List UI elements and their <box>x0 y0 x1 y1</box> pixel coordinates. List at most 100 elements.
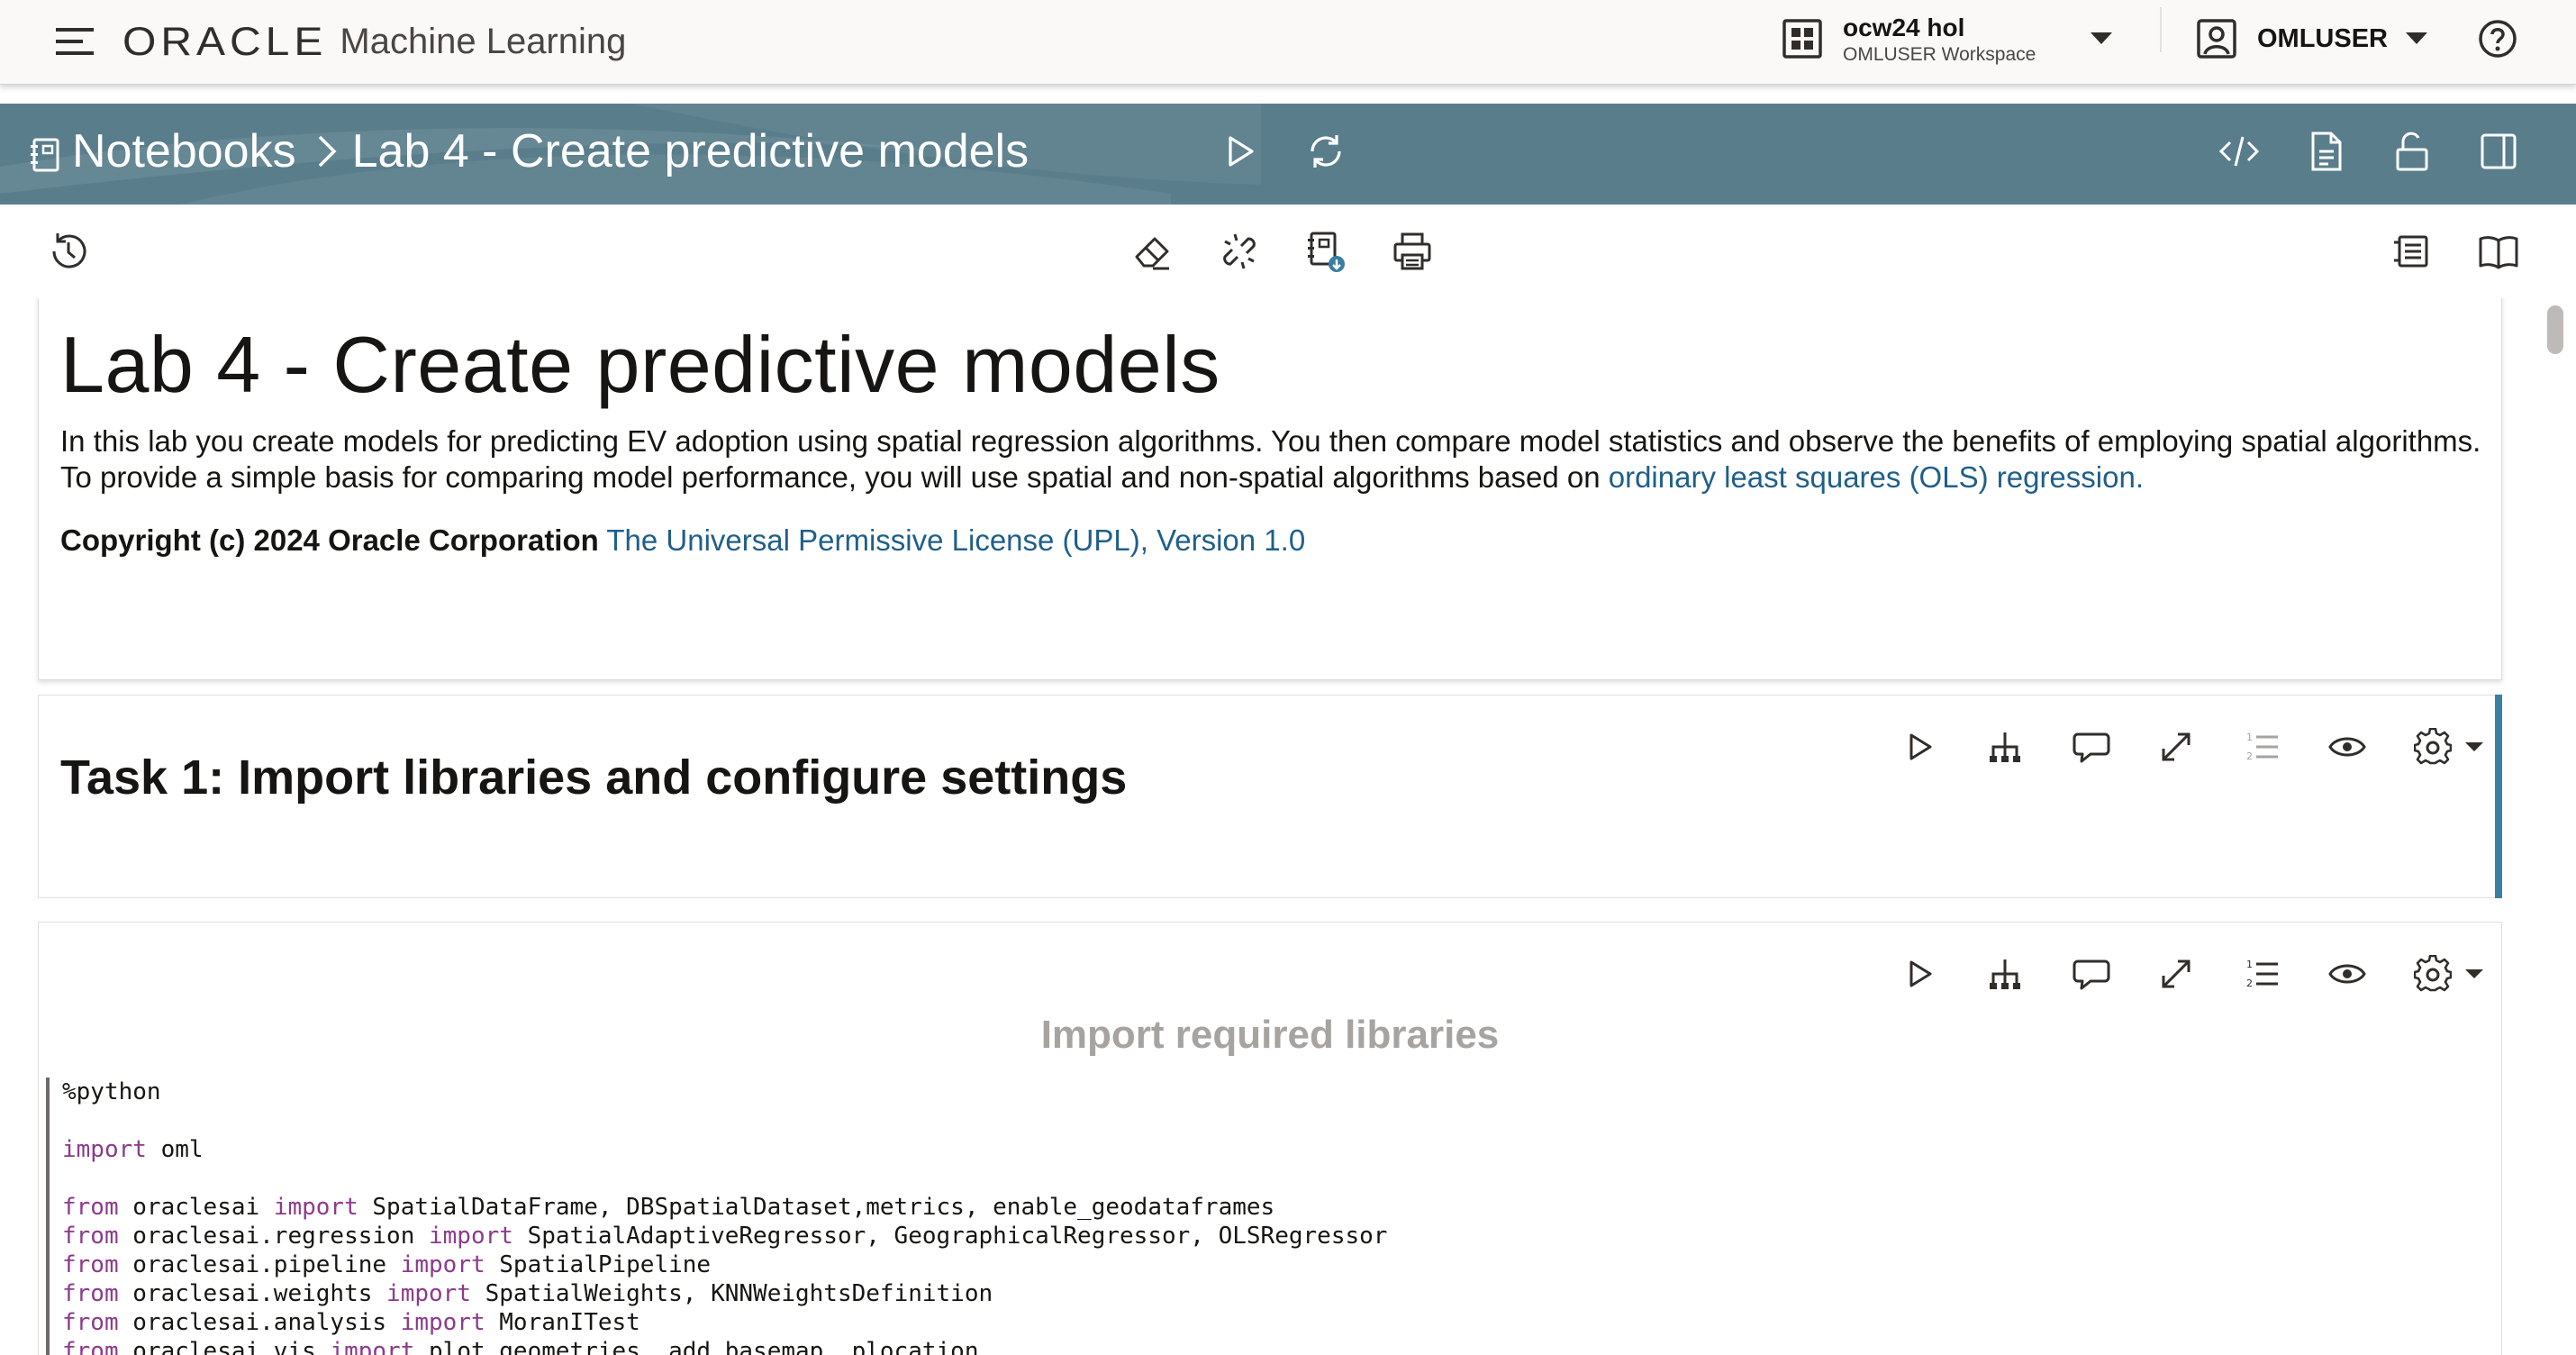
code-keyword: import <box>400 1251 485 1278</box>
paragraph-toolbar: 12 <box>1898 724 2485 769</box>
workspace-name: ocw24 hol <box>1843 14 1965 41</box>
run-icon[interactable] <box>1898 952 1941 996</box>
panel-icon[interactable] <box>2477 130 2520 173</box>
hierarchy-icon[interactable] <box>1983 952 2027 996</box>
hierarchy-icon[interactable] <box>1983 725 2027 768</box>
document-icon[interactable] <box>2304 130 2347 173</box>
paragraph-toolbar: 12 <box>1898 951 2485 996</box>
brand-product: Machine Learning <box>340 21 627 61</box>
expand-icon[interactable] <box>2154 725 2198 768</box>
gear-caret-icon[interactable] <box>2463 967 2485 981</box>
gear-icon[interactable] <box>2411 725 2454 768</box>
code-line: from oraclesai.vis import plot_geometrie… <box>62 1337 979 1355</box>
workspace-subtitle: OMLUSER Workspace <box>1843 44 2036 65</box>
comment-icon[interactable] <box>2069 725 2112 768</box>
svg-text:2: 2 <box>2246 750 2253 762</box>
active-paragraph-indicator <box>2495 695 2502 898</box>
user-caret-icon[interactable] <box>2403 29 2430 47</box>
user-menu[interactable]: OMLUSER <box>2257 22 2388 56</box>
code-text: SpatialDataFrame, DBSpatialDataset,metri… <box>358 1194 1275 1221</box>
code-keyword: import <box>429 1223 513 1250</box>
code-line: from oraclesai.analysis import MoranITes… <box>62 1308 640 1337</box>
refresh-icon[interactable] <box>1304 130 1347 173</box>
header-divider <box>2160 7 2162 52</box>
paragraph-code-imports[interactable]: 12 Import required libraries %python imp… <box>38 922 2502 1355</box>
history-icon[interactable] <box>47 230 90 273</box>
eye-icon[interactable] <box>2326 952 2369 996</box>
eye-icon[interactable] <box>2326 725 2369 768</box>
code-keyword: from <box>62 1338 119 1355</box>
comment-icon[interactable] <box>2069 952 2112 996</box>
code-text: oraclesai.regression <box>118 1223 429 1250</box>
user-icon[interactable] <box>2196 18 2237 59</box>
book-icon[interactable] <box>2477 230 2520 273</box>
gear-icon[interactable] <box>2411 952 2454 996</box>
code-keyword: from <box>62 1280 119 1307</box>
line-numbers-icon[interactable]: 12 <box>2240 952 2283 996</box>
workspace-selector[interactable]: ocw24 hol OMLUSER Workspace <box>1843 13 2036 67</box>
code-text: SpatialAdaptiveRegressor, GeographicalRe… <box>512 1223 1388 1250</box>
code-text: MoranITest <box>485 1309 640 1336</box>
code-keyword: import <box>62 1136 147 1163</box>
code-text: oraclesai <box>118 1194 274 1221</box>
code-keyword: import <box>273 1194 358 1221</box>
breadcrumb-notebooks-link[interactable]: Notebooks <box>72 124 296 178</box>
svg-text:1: 1 <box>2246 959 2253 970</box>
export-notebook-icon[interactable] <box>1304 230 1347 273</box>
line-numbers-icon[interactable]: 12 <box>2240 725 2283 768</box>
notebook-toolbar <box>0 205 2576 298</box>
unlink-icon[interactable] <box>1218 230 1261 273</box>
notebook-heading: Lab 4 - Create predictive models <box>60 320 1220 409</box>
chevron-right-icon <box>318 135 337 168</box>
print-icon[interactable] <box>1391 230 1434 273</box>
task1-heading: Task 1: Import libraries and configure s… <box>60 750 1128 805</box>
app-header: ORACLE Machine Learning ocw24 hol OMLUSE… <box>0 0 2576 85</box>
code-line: from oraclesai.weights import SpatialWei… <box>62 1279 993 1308</box>
notebook-body: Lab 4 - Create predictive models In this… <box>0 298 2576 1355</box>
hamburger-menu-icon[interactable] <box>52 25 97 58</box>
list-icon[interactable] <box>2390 230 2434 273</box>
workspace-grid-icon[interactable] <box>1782 18 1823 59</box>
vertical-scrollbar[interactable] <box>2545 298 2567 1355</box>
code-keyword: from <box>62 1251 119 1278</box>
code-icon[interactable] <box>2218 130 2261 173</box>
gear-caret-icon[interactable] <box>2463 740 2485 754</box>
breadcrumb-current: Lab 4 - Create predictive models <box>351 125 1029 177</box>
code-keyword: from <box>62 1194 119 1221</box>
intro-text: In this lab you create models for predic… <box>60 423 2492 496</box>
code-keyword: import <box>400 1309 485 1336</box>
upl-license-link[interactable]: The Universal Permissive License (UPL), … <box>606 523 1305 557</box>
copyright-text: Copyright (c) 2024 Oracle Corporation <box>60 523 599 557</box>
code-text: oraclesai.pipeline <box>118 1251 401 1278</box>
svg-text:2: 2 <box>2246 978 2253 989</box>
brand-oracle: ORACLE <box>122 19 328 64</box>
workspace-caret-icon[interactable] <box>2088 29 2115 47</box>
breadcrumb: Notebooks Lab 4 - Create predictive mode… <box>72 124 1029 178</box>
help-icon[interactable] <box>2477 18 2518 59</box>
expand-icon[interactable] <box>2154 952 2198 996</box>
code-line: import oml <box>62 1135 204 1164</box>
unlock-icon[interactable] <box>2390 130 2434 173</box>
svg-text:1: 1 <box>2246 732 2253 743</box>
code-text: %python <box>62 1078 161 1105</box>
code-text: oml <box>146 1136 204 1163</box>
code-text: SpatialWeights, KNNWeightsDefinition <box>470 1280 993 1307</box>
paragraph-title: Import required libraries <box>1040 1013 1500 1057</box>
scrollbar-thumb[interactable] <box>2547 305 2563 354</box>
code-line: from oraclesai.pipeline import SpatialPi… <box>62 1250 711 1279</box>
run-all-icon[interactable] <box>1218 130 1261 173</box>
copyright-line: Copyright (c) 2024 Oracle Corporation Th… <box>60 523 1305 559</box>
paragraph-task1[interactable]: 12 Task 1: Import libraries and configur… <box>38 695 2502 898</box>
eraser-icon[interactable] <box>1131 230 1175 273</box>
run-icon[interactable] <box>1898 725 1941 768</box>
brand-logo[interactable]: ORACLE Machine Learning <box>122 16 626 67</box>
notebook-icon <box>29 137 61 173</box>
paragraph-intro[interactable]: Lab 4 - Create predictive models In this… <box>38 298 2502 680</box>
ols-regression-link[interactable]: ordinary least squares (OLS) regression. <box>1609 460 2144 494</box>
code-text: plot_geometries, add_basemap, plocation <box>414 1338 979 1355</box>
code-keyword: from <box>62 1223 119 1250</box>
code-text: SpatialPipeline <box>485 1251 712 1278</box>
code-line: from oraclesai.regression import Spatial… <box>62 1222 1387 1250</box>
code-editor[interactable]: %python import oml from oraclesai import… <box>46 1078 2496 1355</box>
code-keyword: import <box>330 1338 415 1355</box>
